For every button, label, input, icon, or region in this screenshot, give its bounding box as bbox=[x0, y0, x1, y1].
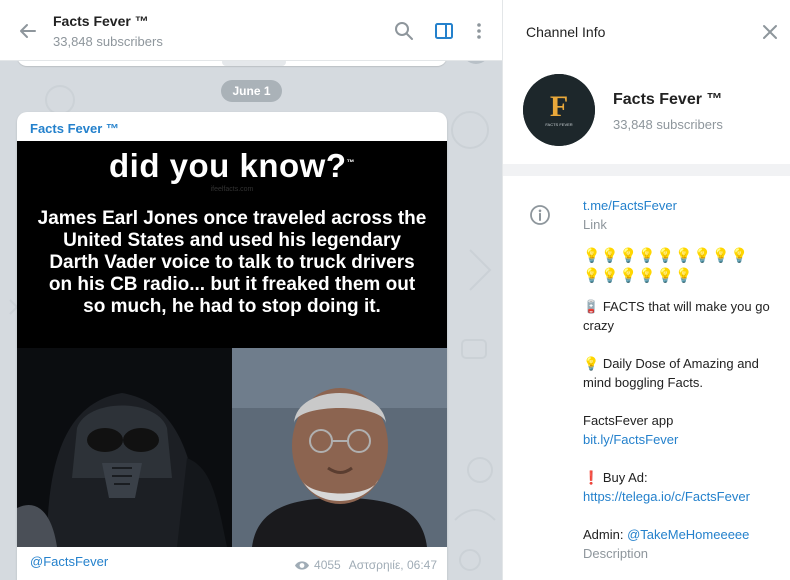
svg-text:FACTS FEVER: FACTS FEVER bbox=[545, 122, 572, 127]
app-link[interactable]: bit.ly/FactsFever bbox=[583, 430, 779, 449]
admin-line: Admin: @TakeMeHomeeeee bbox=[583, 527, 750, 542]
channel-link[interactable]: t.me/FactsFever bbox=[583, 196, 779, 215]
chat-subscriber-count: 33,848 subscribers bbox=[53, 34, 163, 49]
chat-title[interactable]: Facts Fever ™ bbox=[53, 13, 149, 29]
arrow-left-icon bbox=[20, 24, 36, 38]
view-count: 4055 bbox=[314, 558, 341, 572]
ad-label: ❗ Buy Ad: bbox=[583, 470, 648, 485]
panel-title: Channel Info bbox=[526, 24, 606, 40]
channel-info-header: Channel Info F FACTS FEVER Facts Fever ™… bbox=[503, 0, 790, 164]
image-credit-text: ifeelfacts.com bbox=[210, 186, 254, 193]
description-label: Description bbox=[583, 546, 649, 561]
message-image[interactable]: did you know?™ ifeelfacts.com James Earl… bbox=[17, 141, 447, 547]
battery-emoji: 🪫 bbox=[583, 299, 600, 314]
bulb-emoji-row: 💡💡💡💡💡💡💡💡💡 💡💡💡💡💡💡 bbox=[583, 247, 749, 283]
message-meta: 4055 Αστσρηιίε, 06:47 bbox=[294, 558, 437, 572]
message-time: Αστσρηιίε, 06:47 bbox=[348, 558, 437, 572]
sidebar-toggle-button[interactable] bbox=[430, 17, 458, 45]
message-signature-link[interactable]: @FactsFever bbox=[30, 554, 108, 569]
darth-vader-photo bbox=[17, 348, 232, 547]
message-author[interactable]: Facts Fever ™ bbox=[30, 121, 119, 136]
svg-text:F: F bbox=[550, 90, 568, 123]
close-panel-button[interactable] bbox=[757, 19, 783, 45]
image-headline: did you know?™ bbox=[109, 147, 355, 184]
more-vertical-icon bbox=[477, 23, 481, 39]
description-line-1: 🪫 FACTS that will make you go crazy bbox=[583, 299, 770, 333]
channel-info-panel: Channel Info F FACTS FEVER Facts Fever ™… bbox=[502, 0, 790, 580]
message-bubble[interactable]: Facts Fever ™ did you know?™ ifeelfacts.… bbox=[17, 112, 447, 580]
back-button[interactable] bbox=[14, 17, 42, 45]
exclamation-emoji: ❗ bbox=[583, 470, 600, 485]
date-separator: June 1 bbox=[221, 80, 282, 102]
image-body-text: James Earl Jones once traveled across th… bbox=[37, 208, 427, 317]
search-icon bbox=[395, 22, 413, 40]
ad-link[interactable]: https://telega.io/c/FactsFever bbox=[583, 487, 779, 506]
bulb-emoji: 💡 bbox=[583, 356, 600, 371]
more-options-button[interactable] bbox=[465, 17, 493, 45]
admin-link[interactable]: @TakeMeHomeeeee bbox=[627, 527, 749, 542]
description-line-2: 💡 Daily Dose of Amazing and mind bogglin… bbox=[583, 356, 759, 390]
james-earl-jones-photo bbox=[232, 348, 447, 547]
channel-subscriber-count: 33,848 subscribers bbox=[613, 117, 723, 132]
facts-fever-logo-icon: F FACTS FEVER bbox=[523, 74, 595, 146]
channel-link-label: Link bbox=[583, 217, 607, 232]
eye-icon bbox=[295, 560, 310, 570]
channel-name: Facts Fever ™ bbox=[613, 91, 723, 108]
app-label: FactsFever app bbox=[583, 413, 674, 428]
channel-details: t.me/FactsFever Link 💡💡💡💡💡💡💡💡💡 💡💡💡💡💡💡 🪫 … bbox=[583, 196, 779, 563]
chat-area: Facts Fever ™ 33,848 subscribers June 1 … bbox=[0, 0, 502, 580]
channel-info-body: t.me/FactsFever Link 💡💡💡💡💡💡💡💡💡 💡💡💡💡💡💡 🪫 … bbox=[503, 176, 790, 580]
search-button[interactable] bbox=[390, 17, 418, 45]
chat-header: Facts Fever ™ 33,848 subscribers bbox=[0, 0, 502, 61]
channel-avatar[interactable]: F FACTS FEVER bbox=[523, 74, 595, 146]
info-icon bbox=[530, 205, 550, 225]
sidebar-panel-icon bbox=[435, 23, 453, 39]
close-icon bbox=[763, 25, 777, 39]
